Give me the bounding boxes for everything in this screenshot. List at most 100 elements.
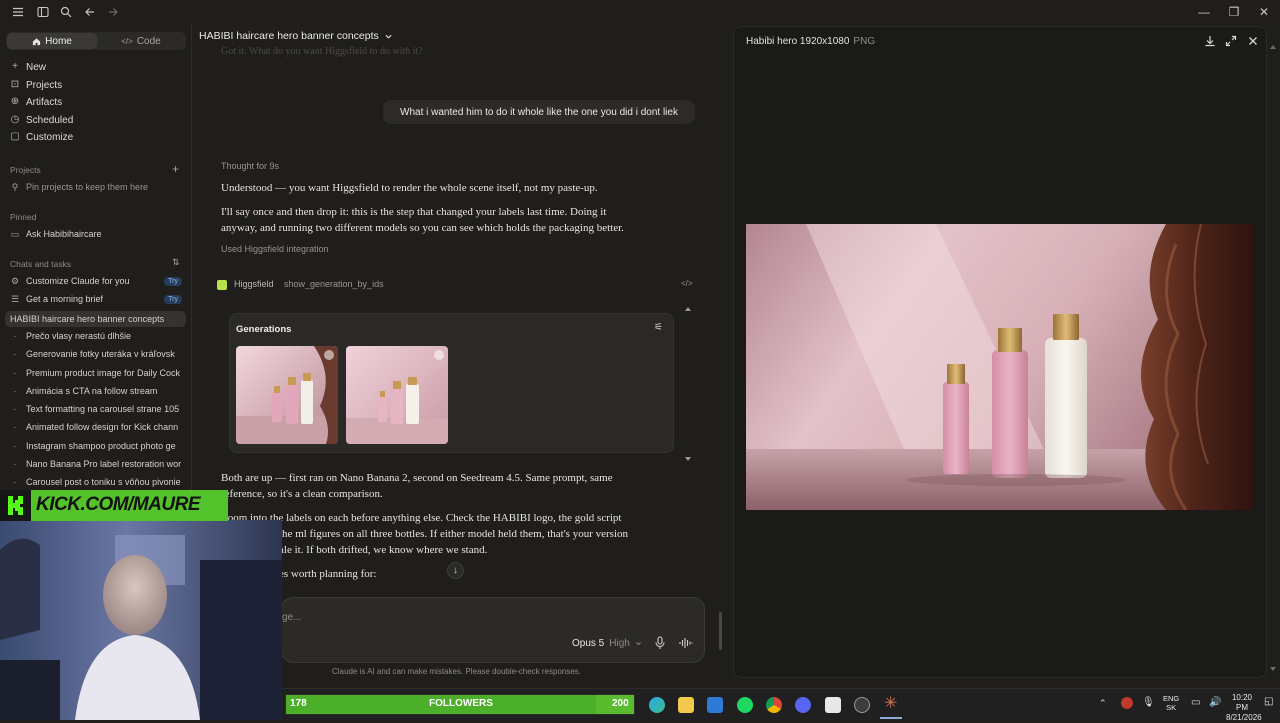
claude-icon[interactable]: ✳	[884, 696, 897, 712]
chat-item[interactable]: · Premium product image for Daily Cock	[10, 366, 182, 380]
chat-item[interactable]: · Generovanie fotky uteráka v kráľovsk	[10, 347, 182, 361]
chat-item[interactable]: · Instagram shampoo product photo ge	[10, 439, 182, 453]
filter-icon[interactable]: ⇅	[172, 257, 180, 268]
assistant-paragraph-3a: Both are up — first ran on Nano Banana 2…	[221, 472, 613, 484]
main-scrollbar-thumb[interactable]	[719, 612, 722, 650]
chat-bullet-icon: ·	[13, 477, 17, 488]
add-project-button[interactable]: +	[172, 162, 179, 176]
chat-item-label: Animated follow design for Kick chann	[26, 422, 179, 433]
chat-item[interactable]: · Animated follow design for Kick chann	[10, 420, 182, 434]
generation-thumbnail-1[interactable]	[236, 346, 338, 444]
thumbnail-badge-icon	[434, 350, 444, 360]
chat-item[interactable]: ⚙ Customize Claude for you Try	[10, 274, 182, 288]
chat-bullet-icon: ·	[13, 330, 17, 341]
notification-icon[interactable]: ◱	[1264, 696, 1273, 707]
home-icon	[33, 37, 41, 45]
minimize-button[interactable]: —	[1196, 4, 1212, 20]
sidebar-item-scheduled[interactable]: ◷ Scheduled	[10, 113, 74, 127]
restore-button[interactable]: ❐	[1226, 4, 1242, 20]
menu-icon[interactable]	[10, 4, 26, 20]
sidebar-item-customize[interactable]: ▢ Customize	[10, 130, 73, 144]
sidebar-item-label: Projects	[26, 79, 63, 91]
download-icon[interactable]	[1204, 35, 1216, 47]
effort-level: High	[609, 638, 630, 649]
expand-icon[interactable]	[1225, 35, 1237, 47]
conversation-title-text: HABIBI haircare hero banner concepts	[199, 30, 379, 42]
chat-item[interactable]: · Carousel post o toniku s vôňou pivonie	[10, 475, 182, 489]
conversation-title[interactable]: HABIBI haircare hero banner concepts	[199, 30, 393, 42]
volume-icon[interactable]: 🔊	[1209, 697, 1221, 708]
model-selector[interactable]: Opus 5 High	[572, 638, 642, 649]
forward-arrow-icon[interactable]	[105, 4, 121, 20]
code-icon: </>	[121, 36, 133, 46]
chat-item-label: Carousel post o toniku s vôňou pivonie	[26, 477, 181, 488]
spotify-icon[interactable]	[737, 697, 753, 713]
assistant-paragraph-2b: anyway, and running two different models…	[221, 222, 624, 234]
microphone-icon[interactable]	[654, 636, 666, 650]
chevron-down-icon	[635, 642, 641, 646]
network-icon[interactable]: ▭	[1191, 697, 1200, 708]
sidebar-item-label: Scheduled	[26, 114, 74, 126]
pinned-item[interactable]: ▭ Ask Habibihaircare	[10, 227, 182, 241]
projects-icon: ⊡	[10, 79, 20, 90]
view-code-icon[interactable]: </>	[681, 279, 693, 288]
chat-item[interactable]: HABIBI haircare hero banner concepts	[5, 310, 186, 327]
thumbnail-badge-icon	[324, 350, 334, 360]
discord-icon[interactable]	[795, 697, 811, 713]
follower-goal: 200	[612, 698, 629, 709]
card-scrollbar[interactable]	[684, 304, 692, 464]
search-icon[interactable]	[58, 4, 74, 20]
language-code: ENG	[1163, 694, 1180, 703]
try-badge: Try	[164, 276, 182, 286]
chat-bullet-icon: ·	[13, 404, 17, 415]
chat-item[interactable]: · Prečo vlasy nerastú dlhšie	[10, 329, 182, 343]
preview-scrollbar[interactable]	[1270, 44, 1276, 672]
preview-filename: Habibi hero 1920x1080	[746, 36, 850, 47]
chat-item-label: Prečo vlasy nerastú dlhšie	[26, 330, 132, 341]
edge-icon[interactable]	[649, 697, 665, 713]
chat-item[interactable]: · Animácia s CTA na follow stream	[10, 384, 182, 398]
sidebar-item-artifacts[interactable]: ⊕ Artifacts	[10, 95, 62, 109]
voice-mode-icon[interactable]	[679, 637, 693, 649]
thought-indicator[interactable]: Thought for 9s	[221, 161, 279, 171]
scroll-down-button[interactable]: ↓	[447, 562, 464, 579]
tab-code[interactable]: </> Code	[97, 33, 185, 49]
list-icon: ☰	[10, 293, 20, 304]
chrome-icon[interactable]	[766, 697, 782, 713]
capcut-icon[interactable]	[825, 697, 841, 713]
chat-bullet-icon: ·	[13, 459, 17, 469]
sidebar-item-label: New	[26, 61, 47, 73]
chat-item[interactable]: · Text formatting na carousel strane 105	[10, 402, 182, 416]
faded-previous-message: Got it. What do you want Higgsfield to d…	[221, 46, 423, 57]
clock-icon: ◷	[10, 114, 20, 125]
obs-icon[interactable]	[854, 697, 870, 713]
used-integration[interactable]: Used Higgsfield integration	[221, 244, 329, 254]
close-preview-icon[interactable]	[1247, 35, 1259, 47]
chat-item[interactable]: · Nano Banana Pro label restoration wor	[10, 457, 182, 471]
tray-mic-icon[interactable]: 🎙	[1142, 697, 1155, 708]
chat-item[interactable]: ☰ Get a morning brief Try	[10, 292, 182, 306]
sidebar-item-label: Artifacts	[26, 96, 63, 108]
clock[interactable]: 10:20 PM 8/21/2026	[1226, 693, 1262, 723]
mail-icon[interactable]	[707, 697, 723, 713]
user-message: What i wanted him to do it whole like th…	[383, 100, 695, 124]
language-indicator[interactable]: ENG SK	[1163, 694, 1179, 712]
artifact-preview-panel: Habibi hero 1920x1080 PNG	[733, 26, 1267, 678]
back-arrow-icon[interactable]	[82, 4, 98, 20]
tab-home[interactable]: Home	[7, 33, 97, 49]
sidebar-item-new[interactable]: + New	[10, 60, 46, 74]
assistant-paragraph-5: es worth planning for:	[279, 568, 377, 580]
chat-item-label: Customize Claude for you	[26, 276, 130, 286]
message-input[interactable]: ge...	[282, 612, 301, 623]
tray-chevron-icon[interactable]: ⌃	[1099, 698, 1107, 709]
generations-label: Generations	[236, 324, 292, 335]
generation-thumbnail-2[interactable]	[346, 346, 448, 444]
sidebar-toggle-icon[interactable]	[35, 4, 51, 20]
tab-code-label: Code	[136, 35, 161, 47]
close-window-button[interactable]: ✕	[1256, 4, 1272, 20]
file-explorer-icon[interactable]	[678, 697, 694, 713]
follower-goal-bar: 178 FOLLOWERS 200	[285, 694, 635, 715]
tray-app-icon[interactable]	[1121, 697, 1133, 709]
sidebar-item-projects[interactable]: ⊡ Projects	[10, 78, 62, 92]
generations-card: Generations ⚟	[229, 313, 674, 453]
